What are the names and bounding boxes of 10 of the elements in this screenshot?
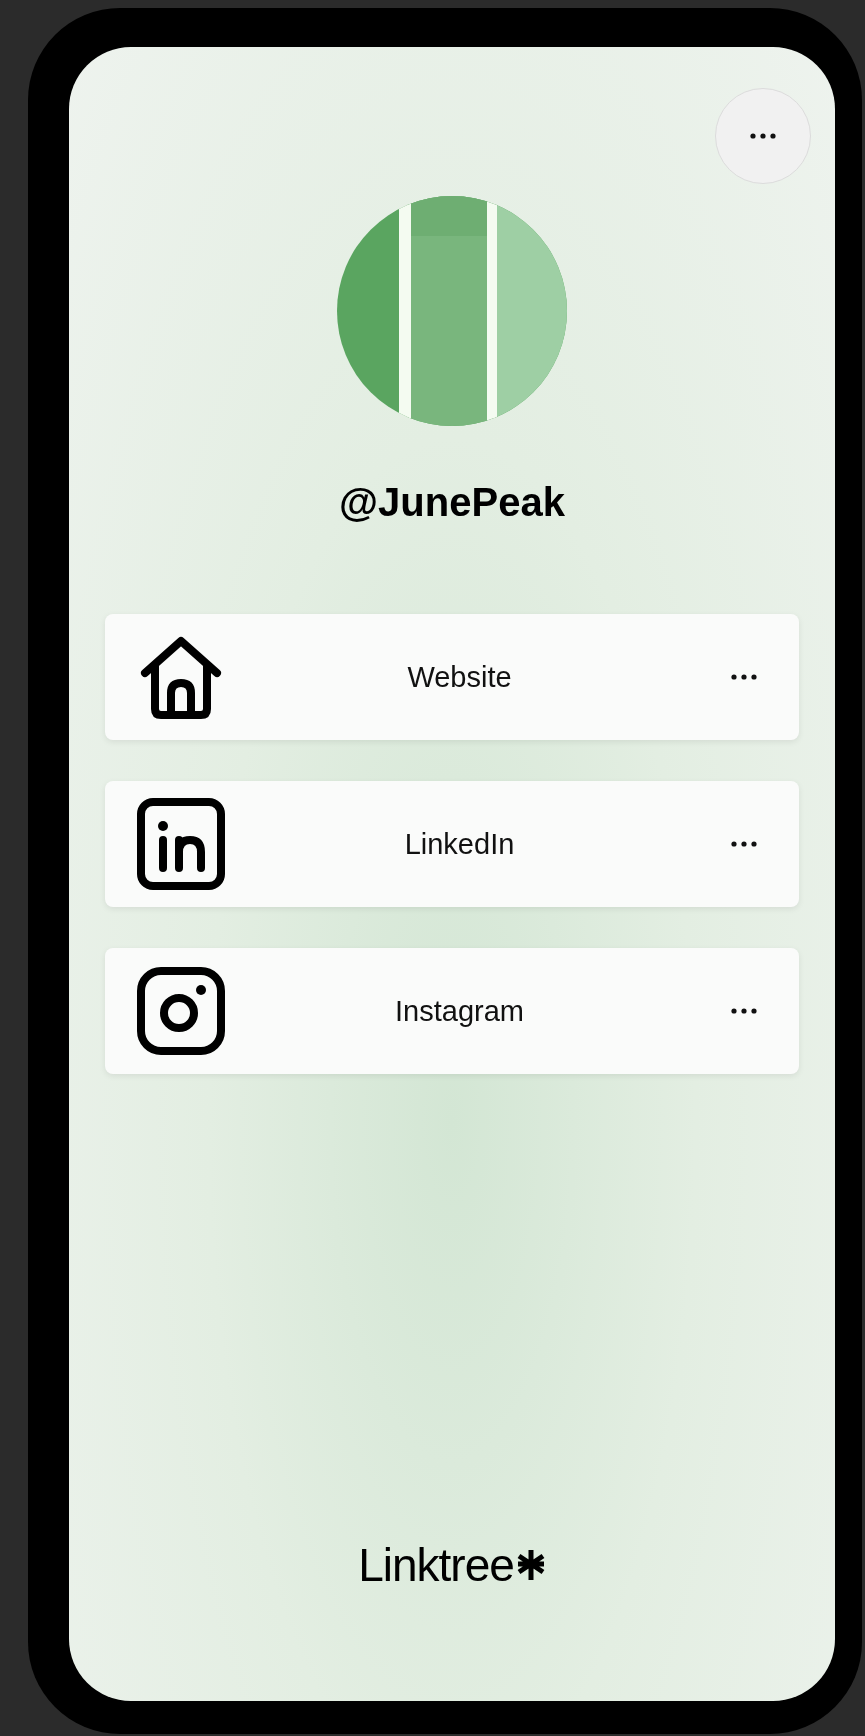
brand-logo-text[interactable]: Linktree [358, 1538, 514, 1592]
more-icon[interactable] [730, 840, 758, 848]
more-icon[interactable] [730, 673, 758, 681]
more-icon[interactable] [730, 1007, 758, 1015]
link-button[interactable]: LinkedIn [105, 781, 799, 907]
asterisk-icon [515, 1548, 546, 1582]
link-button[interactable]: Instagram [105, 948, 799, 1074]
link-button[interactable]: Website [105, 614, 799, 740]
username: @JunePeak [339, 480, 565, 525]
more-icon [749, 132, 777, 140]
